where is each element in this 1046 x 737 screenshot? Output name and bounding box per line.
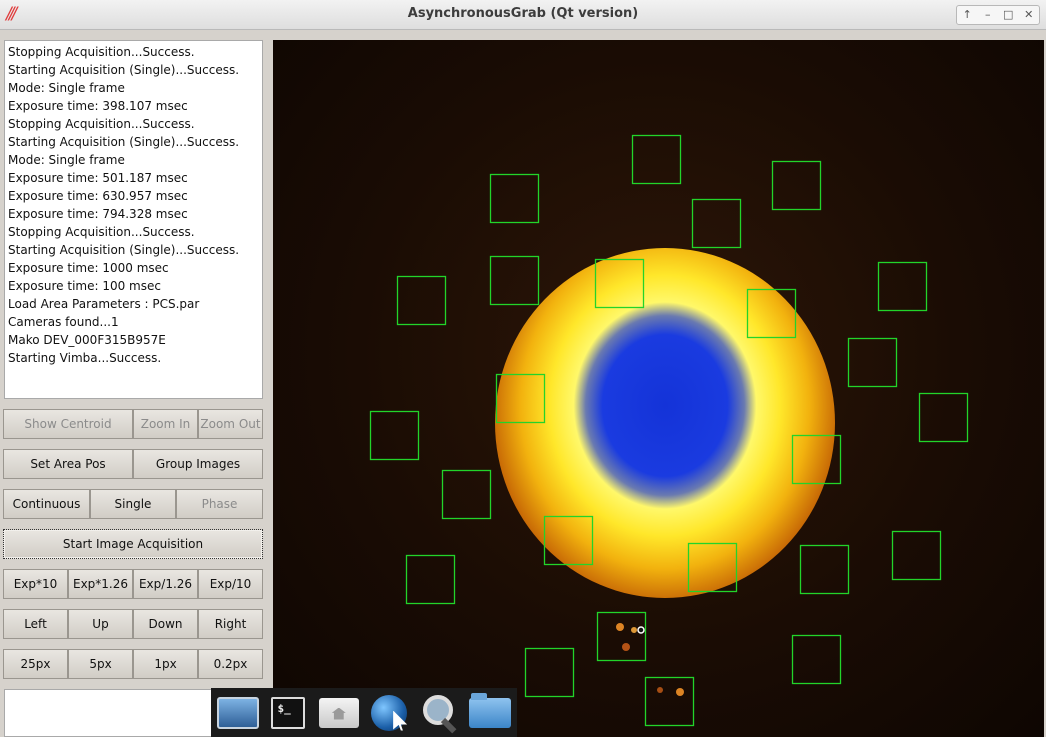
log-line: Mode: Single frame: [8, 153, 125, 167]
log-line: Mode: Single frame: [8, 81, 125, 95]
acquisition-button-row: Start Image Acquisition: [3, 529, 263, 559]
roi-box: [746, 288, 797, 339]
log-line: Cameras found...1: [8, 315, 119, 329]
move-down-button[interactable]: Down: [133, 609, 198, 639]
bottom-text-field[interactable]: [4, 689, 214, 737]
title-bar[interactable]: /// AsynchronousGrab (Qt version) ↑ – □ …: [0, 0, 1046, 30]
phase-button[interactable]: Phase: [176, 489, 263, 519]
roi-box: [524, 647, 575, 698]
maximize-button[interactable]: □: [998, 6, 1019, 24]
roi-box: [687, 542, 738, 593]
roi-box: [405, 554, 456, 605]
log-line: Stopping Acquisition...Success.: [8, 45, 195, 59]
roi-box: [441, 469, 492, 520]
cursor-icon: [637, 626, 645, 634]
roi-box: [495, 373, 546, 424]
start-image-acquisition-button[interactable]: Start Image Acquisition: [3, 529, 263, 559]
roi-box: [771, 160, 822, 211]
group-images-button[interactable]: Group Images: [133, 449, 263, 479]
zoom-out-button[interactable]: Zoom Out: [198, 409, 263, 439]
log-list[interactable]: Stopping Acquisition...Success. Starting…: [4, 40, 263, 399]
window-title: AsynchronousGrab (Qt version): [407, 6, 639, 21]
step-1px-button[interactable]: 1px: [133, 649, 198, 679]
terminal-icon[interactable]: $_: [265, 691, 311, 735]
exposure-times-1.26-button[interactable]: Exp*1.26: [68, 569, 133, 599]
move-up-button[interactable]: Up: [68, 609, 133, 639]
roi-box: [596, 611, 647, 662]
taskbar: $_: [211, 688, 517, 737]
step-0.2px-button[interactable]: 0.2px: [198, 649, 263, 679]
step-5px-button[interactable]: 5px: [68, 649, 133, 679]
web-browser-icon[interactable]: [366, 691, 412, 735]
roi-box: [594, 258, 645, 309]
step-size-button-row: 25px 5px 1px 0.2px: [3, 649, 263, 679]
log-line: Exposure time: 100 msec: [8, 279, 161, 293]
home-folder-icon[interactable]: [316, 691, 362, 735]
show-centroid-button[interactable]: Show Centroid: [3, 409, 133, 439]
file-manager-icon[interactable]: [467, 691, 513, 735]
roi-box: [891, 530, 942, 581]
log-line: Stopping Acquisition...Success.: [8, 225, 195, 239]
exposure-button-row: Exp*10 Exp*1.26 Exp/1.26 Exp/10: [3, 569, 263, 599]
view-button-row: Show Centroid Zoom In Zoom Out: [3, 409, 263, 439]
diffraction-spot: [622, 643, 630, 651]
exposure-divide-1.26-button[interactable]: Exp/1.26: [133, 569, 198, 599]
direction-button-row: Left Up Down Right: [3, 609, 263, 639]
diffraction-spot: [657, 687, 663, 693]
roi-box: [791, 434, 842, 485]
log-line: Starting Vimba...Success.: [8, 351, 162, 365]
log-line: Mako DEV_000F315B957E: [8, 333, 166, 347]
roi-box: [543, 515, 594, 566]
roi-box: [369, 410, 420, 461]
roi-box: [791, 634, 842, 685]
log-line: Stopping Acquisition...Success.: [8, 117, 195, 131]
exposure-times-10-button[interactable]: Exp*10: [3, 569, 68, 599]
roi-box: [918, 392, 969, 443]
step-25px-button[interactable]: 25px: [3, 649, 68, 679]
log-line: Starting Acquisition (Single)...Success.: [8, 63, 240, 77]
roi-box: [396, 275, 447, 326]
search-icon[interactable]: [416, 691, 462, 735]
log-line: Starting Acquisition (Single)...Success.: [8, 135, 240, 149]
diffraction-spot: [616, 623, 624, 631]
roi-box: [847, 337, 898, 388]
single-button[interactable]: Single: [90, 489, 176, 519]
app-window: /// AsynchronousGrab (Qt version) ↑ – □ …: [0, 0, 1046, 737]
log-line: Starting Acquisition (Single)...Success.: [8, 243, 240, 257]
roi-box: [489, 255, 540, 306]
zoom-in-button[interactable]: Zoom In: [133, 409, 198, 439]
log-line: Exposure time: 630.957 msec: [8, 189, 188, 203]
diffraction-spot: [631, 627, 637, 633]
terminal-prompt-text: $_: [271, 696, 306, 729]
monitor-icon[interactable]: [215, 691, 261, 735]
close-button[interactable]: ✕: [1019, 6, 1040, 24]
minimize-button[interactable]: –: [978, 6, 999, 24]
log-line: Exposure time: 398.107 msec: [8, 99, 188, 113]
log-line: Load Area Parameters : PCS.par: [8, 297, 200, 311]
roi-box: [691, 198, 742, 249]
camera-image-view[interactable]: [273, 40, 1044, 737]
set-area-pos-button[interactable]: Set Area Pos: [3, 449, 133, 479]
area-button-row: Set Area Pos Group Images: [3, 449, 263, 479]
move-left-button[interactable]: Left: [3, 609, 68, 639]
log-line: Exposure time: 794.328 msec: [8, 207, 188, 221]
log-line: Exposure time: 501.187 msec: [8, 171, 188, 185]
roi-overlay: [369, 134, 969, 727]
log-line: Exposure time: 1000 msec: [8, 261, 169, 275]
roi-box: [644, 676, 695, 727]
roi-box: [799, 544, 850, 595]
window-controls: ↑ – □ ✕: [956, 5, 1040, 25]
exposure-divide-10-button[interactable]: Exp/10: [198, 569, 263, 599]
roi-box: [631, 134, 682, 185]
keep-above-button[interactable]: ↑: [957, 6, 978, 24]
roi-box: [489, 173, 540, 224]
diffraction-spot: [676, 688, 684, 696]
continuous-button[interactable]: Continuous: [3, 489, 90, 519]
mode-button-row: Continuous Single Phase: [3, 489, 263, 519]
roi-box: [877, 261, 928, 312]
move-right-button[interactable]: Right: [198, 609, 263, 639]
